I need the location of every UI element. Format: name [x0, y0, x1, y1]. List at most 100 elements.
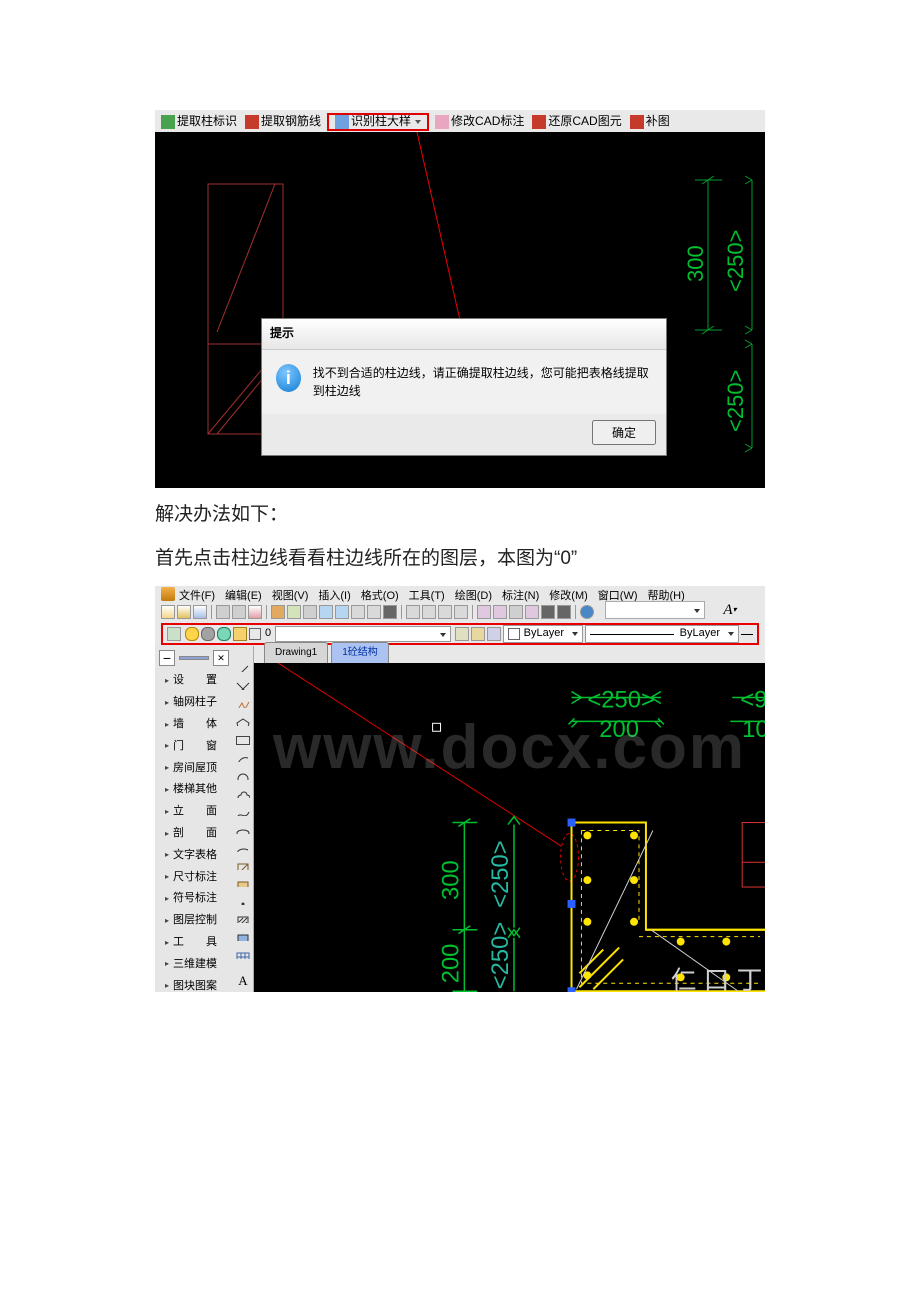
layer-lock-icon[interactable]: [217, 627, 231, 641]
layer-iso-icon[interactable]: [487, 627, 501, 641]
text-style-A[interactable]: A▾: [715, 601, 745, 619]
tab-active[interactable]: 1砼结构: [331, 642, 389, 663]
pan-icon[interactable]: [351, 605, 365, 619]
sidebar-item[interactable]: 房间屋顶: [155, 758, 233, 780]
open-icon[interactable]: [177, 605, 191, 619]
zoom-icon[interactable]: [367, 605, 381, 619]
circle-icon[interactable]: [236, 772, 250, 780]
sidebar-item[interactable]: 轴网柱子: [155, 692, 233, 714]
dim-250b: <250>: [723, 370, 748, 432]
solution-heading: 解决办法如下：: [155, 498, 765, 532]
ellipse-arc-icon[interactable]: [236, 844, 250, 852]
top-dim-250: <250>: [587, 687, 655, 714]
save-icon[interactable]: [193, 605, 207, 619]
dialog-message: 找不到合适的柱边线，请正确提取柱边线，您可能把表格线提取到柱边线: [313, 364, 652, 400]
revcloud-icon[interactable]: [236, 790, 250, 798]
hatch-icon[interactable]: [236, 915, 250, 923]
supplement-icon: [630, 115, 644, 129]
sidebar-item[interactable]: 立 面: [155, 801, 233, 823]
linetype-bylayer-label: ByLayer: [680, 624, 720, 644]
sidebar-item[interactable]: 图块图案: [155, 976, 233, 993]
angle-250b: <250>: [487, 922, 514, 990]
sidebar-item[interactable]: 剖 面: [155, 823, 233, 845]
layer-combo[interactable]: [275, 626, 451, 642]
list-icon[interactable]: [557, 605, 571, 619]
table-icon[interactable]: [236, 951, 250, 959]
sidebar-item[interactable]: 工 具: [155, 932, 233, 954]
tb-restore-cad-elem[interactable]: 还原CAD图元: [530, 111, 623, 133]
message-dialog: 提示 i 找不到合适的柱边线，请正确提取柱边线，您可能把表格线提取到柱边线 确定: [261, 318, 667, 456]
tb-extract-rebar-line[interactable]: 提取钢筋线: [243, 111, 323, 133]
layer-prev-icon[interactable]: [455, 627, 469, 641]
dialog-ok-button[interactable]: 确定: [592, 420, 656, 445]
sidebar-close-icon[interactable]: ✕: [213, 650, 229, 666]
category-sidebar: ✕ 设 置 轴网柱子 墙 体 门 窗 房间屋顶 楼梯其他 立 面 剖 面 文字表…: [155, 646, 234, 992]
insert-icon[interactable]: [236, 862, 250, 870]
tb-supplement[interactable]: 补图: [628, 111, 672, 133]
zoomp-icon[interactable]: [438, 605, 452, 619]
sidebar-title-bar: [179, 656, 209, 660]
top-right-dim2: 10: [742, 717, 765, 744]
tab-drawing1[interactable]: Drawing1: [264, 642, 328, 663]
redo-icon[interactable]: [335, 605, 349, 619]
paste-icon[interactable]: [287, 605, 301, 619]
sidebar-item[interactable]: 尺寸标注: [155, 867, 233, 889]
ellipse-icon[interactable]: [236, 826, 250, 834]
layer-mgr-icon[interactable]: [167, 627, 181, 641]
make-block-icon[interactable]: [236, 880, 250, 888]
tb-extract-column-id[interactable]: 提取柱标识: [159, 111, 239, 133]
draw-tool-strip: A: [233, 646, 254, 992]
sidebar-item[interactable]: 符号标注: [155, 888, 233, 910]
rebar-line-icon: [245, 115, 259, 129]
layer-on-icon[interactable]: [185, 627, 199, 641]
match-icon[interactable]: [303, 605, 317, 619]
prop-icon[interactable]: [493, 605, 507, 619]
cut-icon[interactable]: [248, 605, 262, 619]
layer-freeze-icon[interactable]: [201, 627, 215, 641]
polyline-icon[interactable]: [236, 700, 250, 708]
tb-recognize-column-detail[interactable]: 识别柱大样: [327, 113, 429, 131]
layer-state-icon[interactable]: [471, 627, 485, 641]
copy-icon[interactable]: [271, 605, 285, 619]
print-icon[interactable]: [216, 605, 230, 619]
text-style-combo[interactable]: [605, 601, 705, 619]
help-icon[interactable]: [580, 605, 594, 619]
sidebar-item[interactable]: 图层控制: [155, 910, 233, 932]
text-A-icon[interactable]: A: [238, 969, 247, 992]
polygon-icon[interactable]: [236, 718, 250, 726]
sidebar-item[interactable]: 墙 体: [155, 714, 233, 736]
line-icon[interactable]: [236, 664, 250, 672]
layer-icon[interactable]: [477, 605, 491, 619]
tb-modify-cad-dim[interactable]: 修改CAD标注: [433, 111, 526, 133]
dist-icon[interactable]: [509, 605, 523, 619]
sidebar-item[interactable]: 门 窗: [155, 736, 233, 758]
point-icon[interactable]: [236, 897, 250, 905]
sidebar-item[interactable]: 文字表格: [155, 845, 233, 867]
sidebar-collapse-icon[interactable]: [159, 650, 175, 666]
toolbar-separator: [575, 605, 576, 619]
undo-icon[interactable]: [319, 605, 333, 619]
units-icon[interactable]: [525, 605, 539, 619]
zoome-icon[interactable]: [422, 605, 436, 619]
cmd-icon[interactable]: [383, 605, 397, 619]
arc-icon[interactable]: [236, 755, 250, 763]
sidebar-item[interactable]: 三维建模: [155, 954, 233, 976]
rect-icon[interactable]: [236, 736, 250, 745]
dim-250a: <250>: [723, 230, 748, 292]
region-icon[interactable]: [236, 933, 250, 941]
calc-icon[interactable]: [541, 605, 555, 619]
color-combo[interactable]: ByLayer: [503, 625, 583, 643]
spline-icon[interactable]: [236, 808, 250, 816]
tb-label: 提取钢筋线: [261, 111, 321, 133]
sidebar-item[interactable]: 设 置: [155, 670, 233, 692]
zoomw-icon[interactable]: [406, 605, 420, 619]
sidebar-item[interactable]: 楼梯其他: [155, 779, 233, 801]
xline-icon[interactable]: [236, 682, 250, 690]
angle-250a: <250>: [487, 841, 514, 909]
new-icon[interactable]: [161, 605, 175, 619]
layer-plot-icon[interactable]: [233, 627, 247, 641]
preview-icon[interactable]: [232, 605, 246, 619]
zoomr-icon[interactable]: [454, 605, 468, 619]
shot2-cad-canvas[interactable]: www.docx.com <250> 200 <9 10: [254, 663, 765, 992]
linetype-combo[interactable]: ByLayer: [585, 625, 739, 643]
